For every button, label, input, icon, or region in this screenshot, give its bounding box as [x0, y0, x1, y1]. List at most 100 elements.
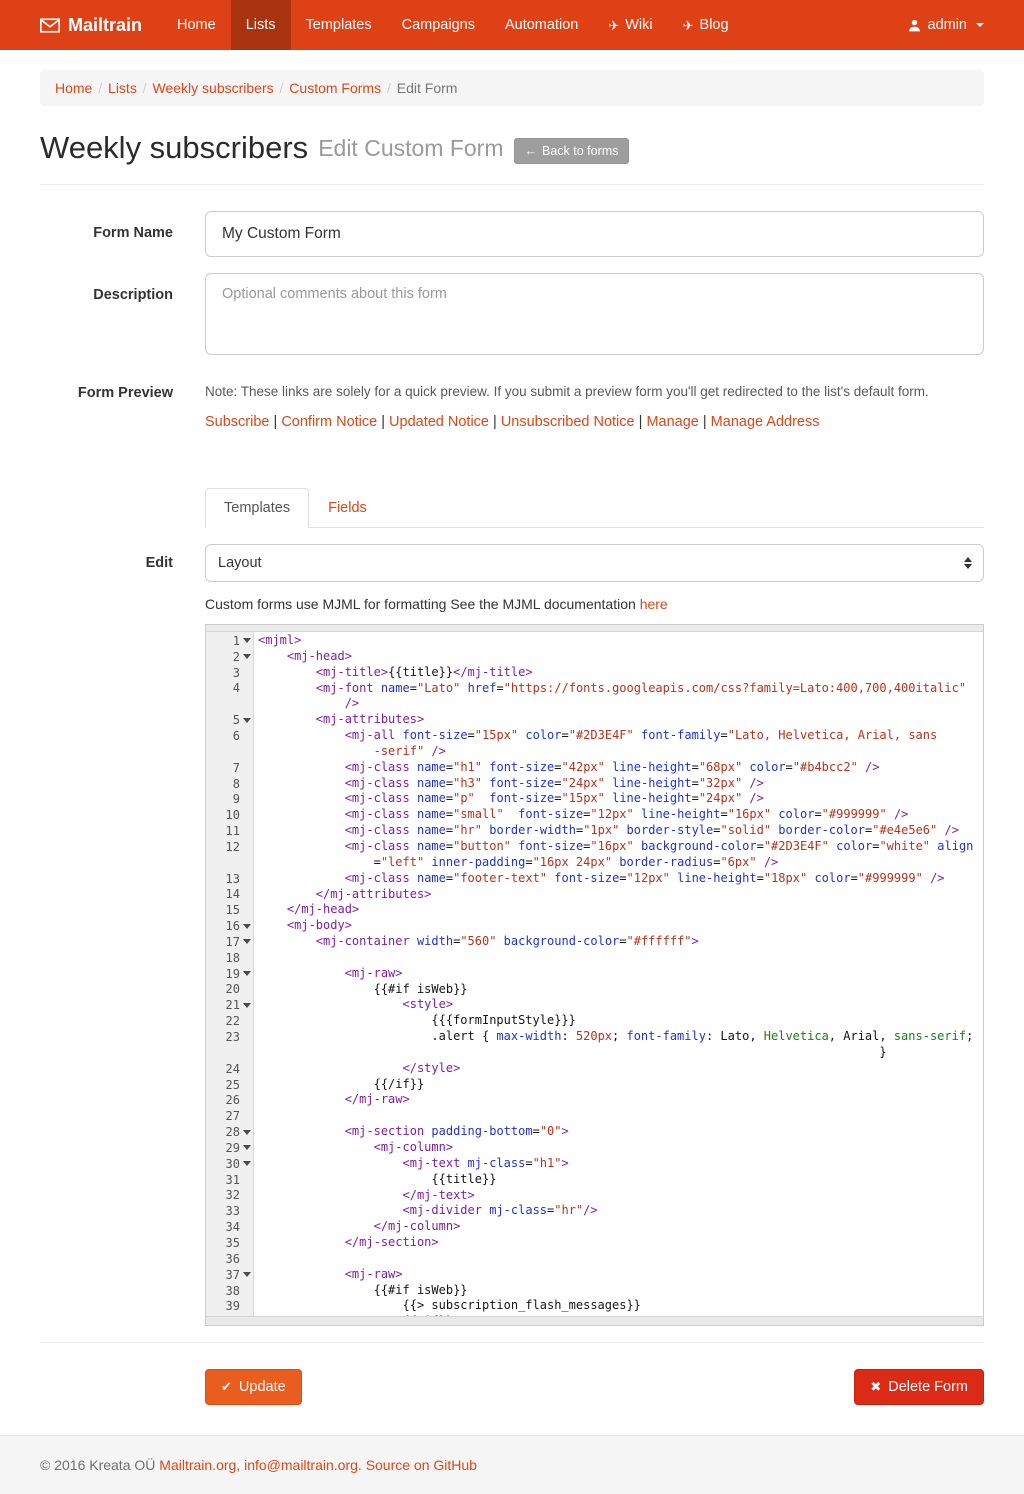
code-line[interactable]: <mj-class name="p" font-size="15px" line…	[258, 791, 983, 807]
code-line[interactable]: {{title}}	[258, 1172, 983, 1188]
breadcrumb-link-custom-forms[interactable]: Custom Forms	[289, 80, 381, 96]
form-name-input[interactable]	[205, 211, 984, 257]
code-line[interactable]	[258, 1108, 983, 1124]
editor-top-scrollbar[interactable]	[206, 625, 983, 632]
code-line[interactable]: </style>	[258, 1061, 983, 1077]
code-line[interactable]: {{{formInputStyle}}}	[258, 1013, 983, 1029]
code-line[interactable]: {{> subscription_flash_messages}}	[258, 1298, 983, 1314]
code-line[interactable]	[258, 950, 983, 966]
code-line[interactable]: ="left" inner-padding="16px 24px" border…	[258, 855, 983, 871]
fold-toggle-icon[interactable]	[240, 1140, 253, 1156]
code-line[interactable]: <mj-container width="560" background-col…	[258, 934, 983, 950]
code-line[interactable]: <mj-all font-size="15px" color="#2D3E4F"…	[258, 728, 983, 744]
fold-toggle-icon[interactable]	[240, 934, 253, 950]
nav-item-wiki[interactable]: ✈Wiki	[593, 0, 667, 50]
brand-link[interactable]: Mailtrain	[40, 0, 142, 50]
gutter-line-number: 26	[206, 1092, 253, 1108]
code-editor[interactable]: 1234567891011121314151617181920212223242…	[205, 624, 984, 1326]
preview-link-subscribe[interactable]: Subscribe	[205, 414, 269, 430]
code-line[interactable]: <mj-raw>	[258, 1267, 983, 1283]
fold-toggle-icon[interactable]	[240, 712, 253, 728]
code-line[interactable]: <mj-class name="hr" border-width="1px" b…	[258, 823, 983, 839]
code-line[interactable]: <mj-class name="h3" font-size="24px" lin…	[258, 776, 983, 792]
description-textarea[interactable]	[205, 273, 984, 355]
preview-link-manage[interactable]: Manage	[646, 414, 698, 430]
delete-form-button[interactable]: ✖ Delete Form	[854, 1369, 984, 1405]
fold-toggle-icon[interactable]	[240, 997, 253, 1013]
fold-toggle-icon[interactable]	[240, 966, 253, 982]
preview-link-manage-address[interactable]: Manage Address	[711, 414, 820, 430]
nav-item-templates[interactable]: Templates	[291, 0, 387, 50]
nav-item-lists[interactable]: Lists	[231, 0, 291, 50]
back-to-forms-button[interactable]: ← Back to forms	[514, 138, 630, 164]
fold-toggle-icon[interactable]	[240, 918, 253, 934]
preview-link-separator: |	[635, 414, 647, 430]
code-line[interactable]: </mj-raw>	[258, 1092, 983, 1108]
code-line[interactable]: </mj-column>	[258, 1219, 983, 1235]
mjml-docs-link[interactable]: here	[640, 596, 668, 612]
gutter-line-number: 37	[206, 1267, 253, 1283]
tab-fields[interactable]: Fields	[309, 488, 386, 528]
gutter-line-number: 28	[206, 1124, 253, 1140]
edit-template-select[interactable]: Layout	[205, 544, 984, 582]
code-line[interactable]: -serif" />	[258, 744, 983, 760]
fold-toggle-icon[interactable]	[240, 1156, 253, 1172]
breadcrumb-link-lists[interactable]: Lists	[108, 80, 137, 96]
code-line[interactable]: <mj-section padding-bottom="0">	[258, 1124, 983, 1140]
code-line[interactable]: <mj-divider mj-class="hr"/>	[258, 1203, 983, 1219]
code-line[interactable]: {{#if isWeb}}	[258, 1283, 983, 1299]
code-line[interactable]: <mj-column>	[258, 1140, 983, 1156]
code-line[interactable]	[258, 1251, 983, 1267]
gutter-line-number: 33	[206, 1203, 253, 1219]
code-line[interactable]: <mj-attributes>	[258, 712, 983, 728]
code-line[interactable]: {{#if isWeb}}	[258, 982, 983, 998]
code-line[interactable]: <mj-class name="button" font-size="16px"…	[258, 839, 983, 855]
nav-item-blog[interactable]: ✈Blog	[668, 0, 744, 50]
code-line[interactable]: </mj-head>	[258, 902, 983, 918]
nav-item-automation[interactable]: Automation	[490, 0, 593, 50]
footer-link-source-on-github[interactable]: Source on GitHub	[366, 1457, 477, 1473]
preview-link-unsubscribed-notice[interactable]: Unsubscribed Notice	[501, 414, 635, 430]
fold-toggle-icon[interactable]	[240, 649, 253, 665]
preview-link-updated-notice[interactable]: Updated Notice	[389, 414, 489, 430]
breadcrumb-link-weekly-subscribers[interactable]: Weekly subscribers	[153, 80, 274, 96]
code-line[interactable]: <style>	[258, 997, 983, 1013]
fold-toggle-icon[interactable]	[240, 633, 253, 649]
tab-templates[interactable]: Templates	[205, 488, 309, 528]
code-line[interactable]: <mj-class name="footer-text" font-size="…	[258, 871, 983, 887]
code-line[interactable]: <mj-class name="h1" font-size="42px" lin…	[258, 760, 983, 776]
code-line[interactable]: <mj-raw>	[258, 966, 983, 982]
code-line[interactable]: />	[258, 696, 983, 712]
code-line[interactable]: <mj-font name="Lato" href="https://fonts…	[258, 681, 983, 697]
nav-item-home[interactable]: Home	[162, 0, 231, 50]
footer-link-info-mailtrain-org[interactable]: info@mailtrain.org	[244, 1457, 358, 1473]
code-line[interactable]: <mj-head>	[258, 649, 983, 665]
actions-row: ✔ Update ✖ Delete Form	[205, 1369, 984, 1405]
fold-toggle-icon[interactable]	[240, 1267, 253, 1283]
gutter-line-number	[206, 1045, 253, 1061]
update-button[interactable]: ✔ Update	[205, 1369, 302, 1405]
editor-code[interactable]: <mjml> <mj-head> <mj-title>{{title}}</mj…	[254, 625, 983, 1325]
footer-link-mailtrain-org[interactable]: Mailtrain.org	[159, 1457, 236, 1473]
code-line[interactable]: </mj-text>	[258, 1188, 983, 1204]
code-line[interactable]: .alert { max-width: 520px; font-family: …	[258, 1029, 983, 1045]
user-menu[interactable]: admin	[908, 0, 985, 50]
preview-link-confirm-notice[interactable]: Confirm Notice	[281, 414, 377, 430]
code-line[interactable]: }	[258, 1045, 983, 1061]
fold-spacer	[240, 839, 253, 855]
code-line[interactable]: {{/if}}	[258, 1077, 983, 1093]
breadcrumb-link-home[interactable]: Home	[55, 80, 92, 96]
code-line[interactable]: <mj-title>{{title}}</mj-title>	[258, 665, 983, 681]
gutter-line-number: 20	[206, 982, 253, 998]
nav-item-campaigns[interactable]: Campaigns	[387, 0, 490, 50]
code-line[interactable]: <mjml>	[258, 633, 983, 649]
fold-toggle-icon[interactable]	[240, 1124, 253, 1140]
editor-horizontal-scrollbar[interactable]	[206, 1316, 983, 1325]
code-line[interactable]: </mj-section>	[258, 1235, 983, 1251]
gutter-line-number: 5	[206, 712, 253, 728]
code-line[interactable]: <mj-class name="small" font-size="12px" …	[258, 807, 983, 823]
code-line[interactable]: <mj-body>	[258, 918, 983, 934]
code-line[interactable]: <mj-text mj-class="h1">	[258, 1156, 983, 1172]
select-arrows-icon	[964, 557, 972, 569]
code-line[interactable]: </mj-attributes>	[258, 887, 983, 903]
